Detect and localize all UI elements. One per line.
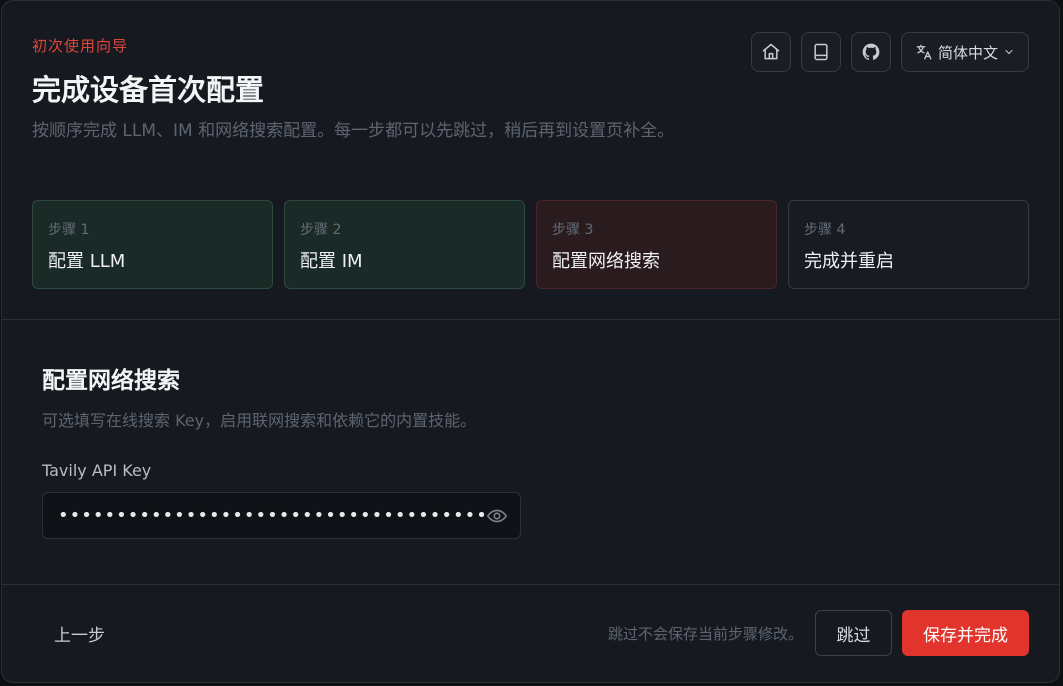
top-actions: 简体中文	[750, 32, 1029, 72]
language-label: 简体中文	[937, 43, 998, 62]
translate-icon	[916, 44, 932, 60]
step-2[interactable]: 步骤 2 配置 IM	[284, 200, 525, 289]
save-and-finish-button[interactable]: 保存并完成	[902, 610, 1029, 656]
api-key-field	[42, 492, 521, 539]
eye-icon[interactable]	[486, 505, 508, 527]
setup-wizard-dialog: 初次使用向导 完成设备首次配置 按顺序完成 LLM、IM 和网络搜索配置。每一步…	[1, 0, 1060, 683]
step-indicator: 步骤 1 配置 LLM 步骤 2 配置 IM 步骤 3 配置网络搜索 步骤 4 …	[32, 200, 1029, 289]
skip-note: 跳过不会保存当前步骤修改。	[607, 625, 803, 643]
step-number: 步骤 4	[804, 222, 846, 238]
wizard-header: 初次使用向导 完成设备首次配置 按顺序完成 LLM、IM 和网络搜索配置。每一步…	[32, 1, 1029, 319]
section-description: 可选填写在线搜索 Key，启用联网搜索和依赖它的内置技能。	[42, 411, 477, 430]
web-search-section: 配置网络搜索 可选填写在线搜索 Key，启用联网搜索和依赖它的内置技能。 Tav…	[42, 361, 642, 539]
wizard-eyebrow: 初次使用向导	[32, 37, 129, 55]
docs-button[interactable]	[800, 32, 841, 72]
home-button[interactable]	[750, 32, 791, 72]
step-label: 配置 IM	[300, 251, 363, 272]
step-label: 完成并重启	[804, 251, 894, 272]
step-4[interactable]: 步骤 4 完成并重启	[788, 200, 1029, 289]
api-key-label: Tavily API Key	[42, 461, 152, 480]
chevron-down-icon	[1005, 50, 1013, 54]
previous-button[interactable]: 上一步	[42, 609, 117, 657]
github-icon	[862, 43, 880, 60]
step-number: 步骤 2	[300, 222, 342, 238]
step-number: 步骤 1	[48, 222, 90, 238]
github-button[interactable]	[850, 32, 891, 72]
book-icon	[814, 43, 828, 61]
step-label: 配置 LLM	[48, 251, 126, 272]
wizard-footer: 上一步 跳过不会保存当前步骤修改。 跳过 保存并完成	[2, 585, 1059, 682]
page-title: 完成设备首次配置	[32, 73, 265, 107]
page-subtitle: 按顺序完成 LLM、IM 和网络搜索配置。每一步都可以先跳过，稍后再到设置页补全…	[32, 121, 675, 141]
section-title: 配置网络搜索	[42, 368, 180, 394]
step-label: 配置网络搜索	[552, 251, 660, 272]
skip-button[interactable]: 跳过	[815, 610, 892, 656]
step-3[interactable]: 步骤 3 配置网络搜索	[536, 200, 777, 289]
api-key-input[interactable]	[58, 505, 486, 526]
home-icon	[762, 43, 780, 60]
language-select[interactable]: 简体中文	[900, 32, 1029, 72]
step-1[interactable]: 步骤 1 配置 LLM	[32, 200, 273, 289]
header-divider	[2, 319, 1059, 320]
step-number: 步骤 3	[552, 222, 594, 238]
